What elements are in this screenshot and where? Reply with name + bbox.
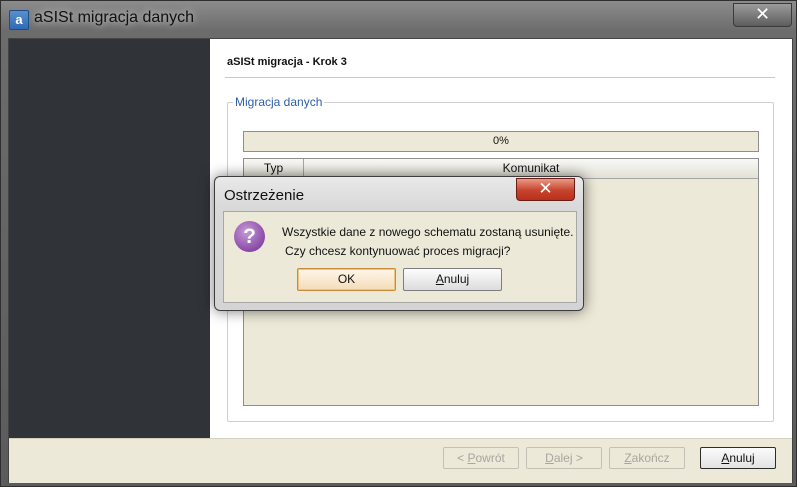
progress-bar: 0%: [243, 131, 759, 152]
dialog-cancel-button[interactable]: Anuluj: [403, 268, 502, 291]
dialog-title: Ostrzeżenie: [224, 187, 305, 204]
dialog-message-line1: Wszystkie dane z nowego schematu zostaną…: [282, 225, 574, 239]
next-button[interactable]: Dalej >: [526, 447, 602, 469]
dialog-ok-button[interactable]: OK: [297, 268, 396, 291]
wizard-button-bar: < Powrót Dalej > Zakończ Anuluj: [9, 438, 792, 483]
dialog-body: ? Wszystkie dane z nowego schematu zosta…: [223, 211, 577, 303]
step-title: aSISt migracja - Krok 3: [227, 56, 347, 68]
close-icon: ✕: [754, 4, 771, 24]
wizard-sidebar: [9, 39, 210, 438]
question-icon: ?: [234, 221, 265, 252]
progress-text: 0%: [493, 135, 509, 147]
title-bar[interactable]: a aSISt migracja danych ✕: [1, 1, 796, 37]
close-icon: ✕: [538, 179, 553, 198]
finish-button[interactable]: Zakończ: [609, 447, 685, 469]
window-close-button[interactable]: ✕: [733, 3, 792, 27]
group-legend: Migracja danych: [233, 95, 325, 109]
back-button[interactable]: < Powrót: [443, 447, 519, 469]
app-icon: a: [9, 10, 29, 30]
warning-dialog: Ostrzeżenie ✕ ? Wszystkie dane z nowego …: [214, 176, 584, 311]
dialog-close-button[interactable]: ✕: [516, 178, 575, 201]
cancel-button[interactable]: Anuluj: [700, 447, 776, 469]
dialog-message-line2: Czy chcesz kontynuować proces migracji?: [285, 244, 511, 258]
header-divider: [225, 77, 775, 78]
window-title: aSISt migracja danych: [34, 9, 195, 26]
